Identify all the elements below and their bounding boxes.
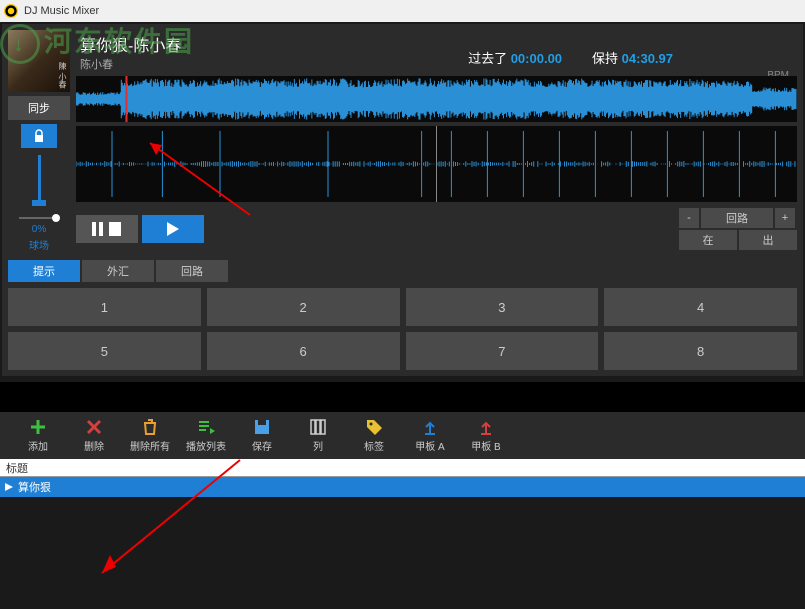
cue-pad-8[interactable]: 8 xyxy=(604,332,797,370)
cue-tabs: 提示 外汇 回路 xyxy=(8,260,797,282)
pause-icon xyxy=(92,222,122,236)
trash-icon xyxy=(140,418,160,436)
toolbar-plus-button[interactable]: 添加 xyxy=(10,416,66,455)
watermark-logo-icon xyxy=(0,24,40,64)
app-icon xyxy=(4,4,18,18)
elapsed-label: 过去了 xyxy=(468,51,507,66)
toolbar-upB-button[interactable]: 甲板 B xyxy=(458,416,514,455)
remain-label: 保持 xyxy=(592,51,618,66)
plus-icon xyxy=(28,418,48,436)
cue-pad-7[interactable]: 7 xyxy=(406,332,599,370)
watermark: 河东软件园 xyxy=(0,20,194,64)
loop-double-button[interactable]: + xyxy=(775,208,795,228)
play-icon xyxy=(165,221,181,237)
cue-pad-1[interactable]: 1 xyxy=(8,288,201,326)
toolbar-upA-button[interactable]: 甲板 A xyxy=(402,416,458,455)
save-icon xyxy=(252,418,272,436)
toolbar-save-button[interactable]: 保存 xyxy=(234,416,290,455)
toolbar-trash-button[interactable]: 删除所有 xyxy=(122,416,178,455)
x-icon xyxy=(84,418,104,436)
loop-half-button[interactable]: - xyxy=(679,208,699,228)
toolbar-columns-button[interactable]: 列 xyxy=(290,416,346,455)
loop-out-button[interactable]: 出 xyxy=(739,230,797,250)
remain-value: 04:30.97 xyxy=(622,51,673,66)
deck-a: 同步 0% 球场 算你狠-陈小春 陈小春 xyxy=(2,24,803,376)
elapsed-value: 00:00.00 xyxy=(511,51,562,66)
cue-pad-2[interactable]: 2 xyxy=(207,288,400,326)
pitch-range-slider[interactable] xyxy=(18,214,60,222)
tab-fx[interactable]: 外汇 xyxy=(82,260,154,282)
playlist-header-title[interactable]: 标题 xyxy=(0,459,805,477)
pitch-slider[interactable] xyxy=(27,152,51,208)
waveform-overview[interactable] xyxy=(76,76,797,122)
play-indicator-icon xyxy=(4,482,14,492)
cue-pad-6[interactable]: 6 xyxy=(207,332,400,370)
sync-button[interactable]: 同步 xyxy=(8,96,70,120)
cue-pad-3[interactable]: 3 xyxy=(406,288,599,326)
playlist-row[interactable]: 算你狠 xyxy=(0,477,805,497)
upB-icon xyxy=(476,418,496,436)
tab-loop[interactable]: 回路 xyxy=(156,260,228,282)
waveform-zoom[interactable] xyxy=(76,126,797,202)
columns-icon xyxy=(308,418,328,436)
toolbar-tag-button[interactable]: 标签 xyxy=(346,416,402,455)
upA-icon xyxy=(420,418,440,436)
tab-cue[interactable]: 提示 xyxy=(8,260,80,282)
cue-pad-grid: 1234 5678 xyxy=(8,288,797,370)
loop-in-button[interactable]: 在 xyxy=(679,230,737,250)
cue-pad-4[interactable]: 4 xyxy=(604,288,797,326)
pitch-percent: 0% xyxy=(32,224,46,235)
tag-icon xyxy=(364,418,384,436)
pitch-label: 球场 xyxy=(29,237,49,252)
toolbar-playlist-button[interactable]: 播放列表 xyxy=(178,416,234,455)
play-button[interactable] xyxy=(142,215,204,243)
lock-icon xyxy=(33,129,45,143)
cue-pad-5[interactable]: 5 xyxy=(8,332,201,370)
library-toolbar: 添加删除删除所有播放列表保存列标签甲板 A甲板 B xyxy=(0,412,805,459)
loop-button[interactable]: 回路 xyxy=(701,208,773,228)
window-title: DJ Music Mixer xyxy=(24,5,99,17)
playlist-icon xyxy=(196,418,216,436)
window-titlebar: DJ Music Mixer xyxy=(0,0,805,22)
separator-bar xyxy=(0,382,805,412)
pause-stop-button[interactable] xyxy=(76,215,138,243)
playlist-row-title: 算你狠 xyxy=(18,479,51,495)
toolbar-x-button[interactable]: 删除 xyxy=(66,416,122,455)
keylock-button[interactable] xyxy=(21,124,57,148)
